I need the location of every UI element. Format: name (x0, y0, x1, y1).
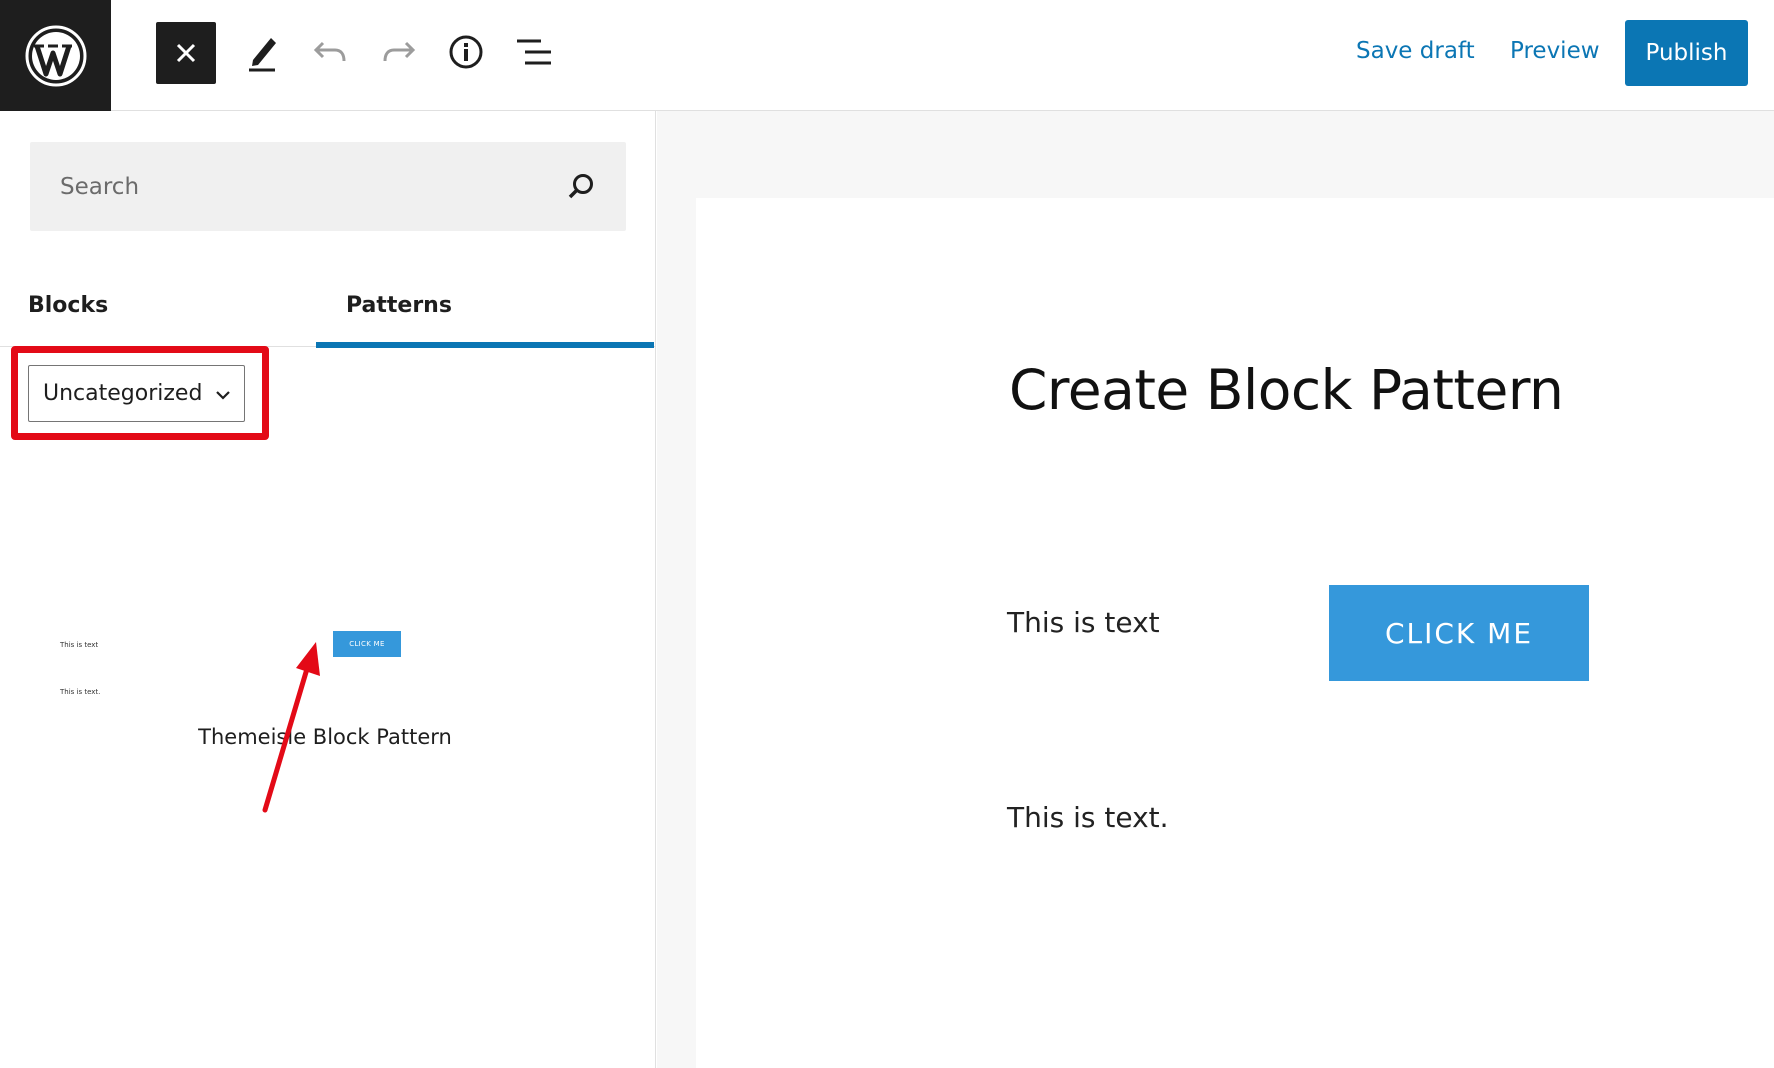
pencil-icon (249, 38, 276, 72)
paragraph-block[interactable]: This is text (1007, 606, 1160, 639)
close-icon (176, 43, 196, 63)
search-icon[interactable] (566, 172, 596, 202)
red-arrow-annotation (262, 642, 320, 813)
tab-patterns[interactable]: Patterns (316, 263, 654, 348)
pattern-preview-text: This is text (60, 641, 99, 649)
editor-toolbar: Save draft Preview Publish (0, 0, 1774, 111)
details-button[interactable] (436, 20, 496, 84)
undo-button[interactable] (300, 20, 360, 84)
pattern-category-select[interactable]: Uncategorized (28, 365, 245, 422)
pattern-category-value: Uncategorized (43, 381, 203, 406)
preview-button[interactable]: Preview (1510, 38, 1600, 64)
redo-button[interactable] (369, 20, 429, 84)
tab-blocks[interactable]: Blocks (28, 263, 108, 347)
redo-icon (383, 41, 416, 62)
block-inserter-panel: Blocks Patterns Uncategorized This is te… (0, 111, 656, 1068)
post-title[interactable]: Create Block Pattern (1009, 358, 1564, 422)
button-block[interactable]: CLICK ME (1329, 585, 1589, 681)
pattern-preview-text: This is text. (60, 688, 101, 696)
chevron-down-icon (216, 391, 230, 400)
list-view-button[interactable] (504, 20, 564, 84)
pattern-preview-button: CLICK ME (333, 631, 401, 657)
block-editor: Save draft Preview Publish Blocks Patter… (0, 0, 1774, 1068)
active-tab-indicator (316, 342, 654, 348)
wordpress-logo-icon[interactable] (0, 0, 111, 111)
publish-button[interactable]: Publish (1625, 20, 1748, 86)
paragraph-block[interactable]: This is text. (1007, 801, 1169, 834)
list-view-icon (517, 39, 551, 65)
close-inserter-button[interactable] (156, 22, 216, 84)
tools-button[interactable] (233, 20, 293, 84)
pattern-item[interactable]: This is text CLICK ME This is text. Them… (40, 511, 620, 771)
inserter-tabs: Blocks Patterns (0, 263, 656, 348)
search-box (30, 142, 626, 231)
undo-icon (313, 41, 346, 62)
editor-page: Create Block Pattern This is text CLICK … (696, 198, 1774, 1068)
tab-patterns-label: Patterns (346, 292, 452, 318)
save-draft-button[interactable]: Save draft (1356, 38, 1475, 64)
search-input[interactable] (30, 142, 626, 231)
info-icon (449, 35, 483, 69)
